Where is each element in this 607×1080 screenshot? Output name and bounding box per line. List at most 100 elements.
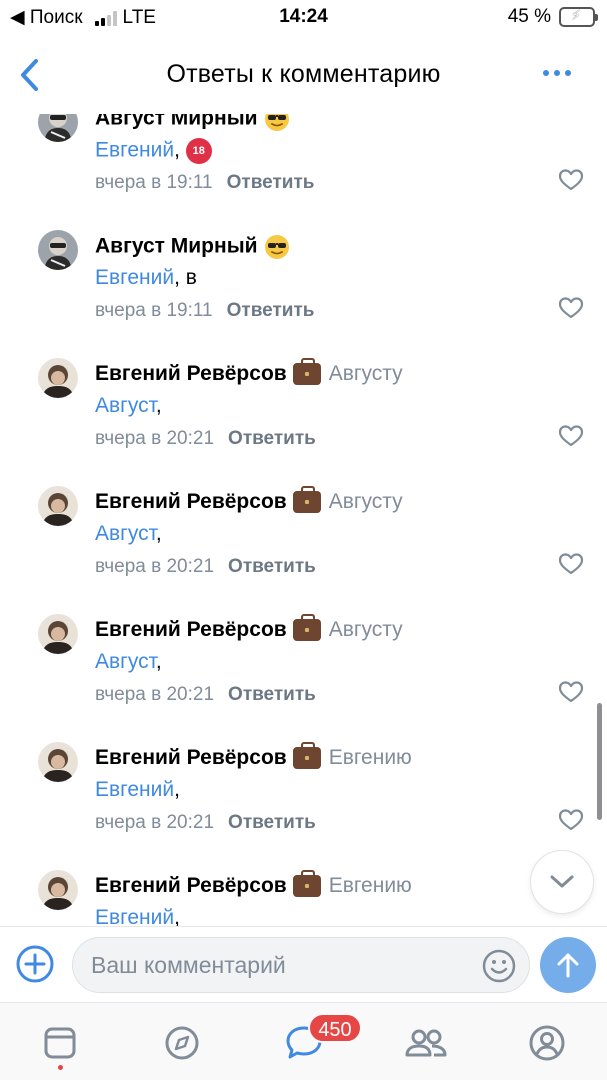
- comment-body: ,: [174, 138, 180, 162]
- tab-profile[interactable]: [525, 1021, 569, 1065]
- comment-header: Евгений Ревёрсов Августу: [95, 614, 403, 642]
- heart-icon[interactable]: [558, 808, 584, 832]
- reply-button[interactable]: Ответить: [227, 172, 315, 193]
- comment-text: Евгений, 18: [95, 138, 212, 164]
- battery-percent: 45 %: [507, 6, 551, 27]
- comment-author[interactable]: Август Мирный: [95, 114, 258, 130]
- comment-text: Август,: [95, 650, 162, 674]
- avatar[interactable]: [38, 870, 78, 910]
- comment-body: ,: [174, 906, 180, 926]
- discover-icon: [165, 1026, 199, 1060]
- sunglasses-emoji-icon: [264, 114, 289, 131]
- briefcase-emoji-icon: [292, 486, 321, 514]
- comment-timestamp: вчера в 19:11: [95, 300, 213, 321]
- reply-button[interactable]: Ответить: [228, 556, 316, 577]
- comment-author[interactable]: Евгений Ревёрсов: [95, 874, 287, 897]
- avatar[interactable]: [38, 114, 78, 142]
- mention-link[interactable]: Евгений: [95, 139, 174, 162]
- comment-author[interactable]: Евгений Ревёрсов: [95, 362, 287, 385]
- tab-discover[interactable]: [160, 1021, 204, 1065]
- comment-header: Август Мирный: [95, 234, 290, 260]
- comment-author[interactable]: Евгений Ревёрсов: [95, 490, 287, 513]
- comment-item: Евгений Ревёрсов Августу Август, вчера в 20…: [0, 486, 607, 614]
- avatar[interactable]: [38, 486, 78, 526]
- comment-meta: вчера в 20:21 Ответить: [95, 684, 316, 706]
- comment-header: Евгений Ревёрсов Августу: [95, 358, 403, 386]
- reply-button[interactable]: Ответить: [227, 300, 315, 321]
- status-right: 45 % ⚡: [507, 6, 598, 28]
- comment-text: Август,: [95, 522, 162, 546]
- reply-to-label: Августу: [328, 362, 403, 385]
- plus-circle-icon[interactable]: [15, 944, 55, 984]
- comment-body: ,: [155, 522, 162, 545]
- heart-icon[interactable]: [558, 680, 584, 704]
- profile-icon: [529, 1025, 565, 1061]
- avatar[interactable]: [38, 614, 78, 654]
- mention-link[interactable]: Евгений: [95, 906, 174, 926]
- comment-meta: вчера в 20:21 Ответить: [95, 428, 316, 450]
- reply-to-label: Евгению: [328, 874, 412, 897]
- reply-button[interactable]: Ответить: [228, 812, 316, 833]
- comment-author[interactable]: Евгений Ревёрсов: [95, 746, 287, 769]
- scroll-down-button[interactable]: [530, 850, 594, 914]
- send-button[interactable]: [540, 937, 596, 993]
- mention-link[interactable]: Евгений: [95, 778, 174, 801]
- comment-header: Евгений Ревёрсов Августу: [95, 486, 403, 514]
- scroll-indicator[interactable]: [597, 703, 602, 820]
- comment-body: ,: [174, 778, 180, 801]
- briefcase-emoji-icon: [292, 614, 321, 642]
- comment-text: Евгений,: [95, 906, 180, 926]
- sunglasses-emoji-icon: [264, 235, 289, 259]
- chevron-down-icon: [550, 875, 574, 888]
- comment-item: Август Мирный Евгений, в вчера в 19:11 Отве…: [0, 230, 607, 358]
- tab-newsfeed[interactable]: [38, 1021, 82, 1065]
- heart-icon[interactable]: [558, 296, 584, 320]
- avatar[interactable]: [38, 358, 78, 398]
- comment-meta: вчера в 20:21 Ответить: [95, 812, 316, 834]
- comment-timestamp: вчера в 20:21: [95, 428, 215, 449]
- briefcase-emoji-icon: [292, 742, 321, 770]
- briefcase-emoji-icon: [292, 358, 321, 386]
- tab-friends[interactable]: [404, 1021, 448, 1065]
- newsfeed-unread-dot: [58, 1065, 63, 1070]
- reply-to-label: Евгению: [328, 746, 412, 769]
- age-18-emoji-icon: 18: [185, 138, 212, 164]
- comment-author[interactable]: Евгений Ревёрсов: [95, 618, 287, 641]
- avatar[interactable]: [38, 742, 78, 782]
- mention-link[interactable]: Евгений: [95, 266, 174, 289]
- comment-meta: вчера в 19:11 Ответить: [95, 300, 314, 322]
- reply-to-label: Августу: [328, 618, 403, 641]
- comment-timestamp: вчера в 20:21: [95, 684, 215, 705]
- nav-bar: Ответы к комментарию: [0, 34, 607, 114]
- friends-icon: [405, 1029, 447, 1057]
- battery-icon: ⚡: [559, 7, 598, 27]
- smile-icon[interactable]: [481, 948, 517, 984]
- status-bar: ◀ Поиск LTE 14:24 45 % ⚡: [0, 0, 607, 34]
- arrow-up-icon: [557, 953, 579, 978]
- comment-composer: [0, 926, 607, 1002]
- heart-icon[interactable]: [558, 424, 584, 448]
- reply-to-label: Августу: [328, 490, 403, 513]
- mention-link[interactable]: Август: [95, 394, 156, 417]
- comment-input[interactable]: [91, 938, 471, 992]
- comment-header: Евгений Ревёрсов Евгению: [95, 742, 412, 770]
- heart-icon[interactable]: [558, 168, 584, 192]
- comment-item: Евгений Ревёрсов Августу Август, вчера в 20…: [0, 614, 607, 742]
- reply-button[interactable]: Ответить: [228, 428, 316, 449]
- comment-text: Евгений,: [95, 778, 180, 802]
- heart-icon[interactable]: [558, 552, 584, 576]
- avatar[interactable]: [38, 230, 78, 270]
- comment-body: ,: [155, 394, 162, 417]
- page-title: Ответы к комментарию: [166, 60, 441, 88]
- comment-header: Август Мирный: [95, 114, 290, 132]
- more-horizontal-icon[interactable]: [543, 70, 571, 76]
- mention-link[interactable]: Август: [95, 522, 156, 545]
- reply-button[interactable]: Ответить: [228, 684, 316, 705]
- mention-link[interactable]: Август: [95, 650, 156, 673]
- comment-body: ,: [155, 650, 162, 673]
- comment-author[interactable]: Август Мирный: [95, 235, 258, 258]
- comment-timestamp: вчера в 19:11: [95, 172, 213, 193]
- comment-meta: вчера в 20:21 Ответить: [95, 556, 316, 578]
- comment-item: Евгений Ревёрсов Августу Август, вчера в 20…: [0, 358, 607, 486]
- comment-item: Евгений Ревёрсов Евгению Евгений,: [0, 870, 607, 926]
